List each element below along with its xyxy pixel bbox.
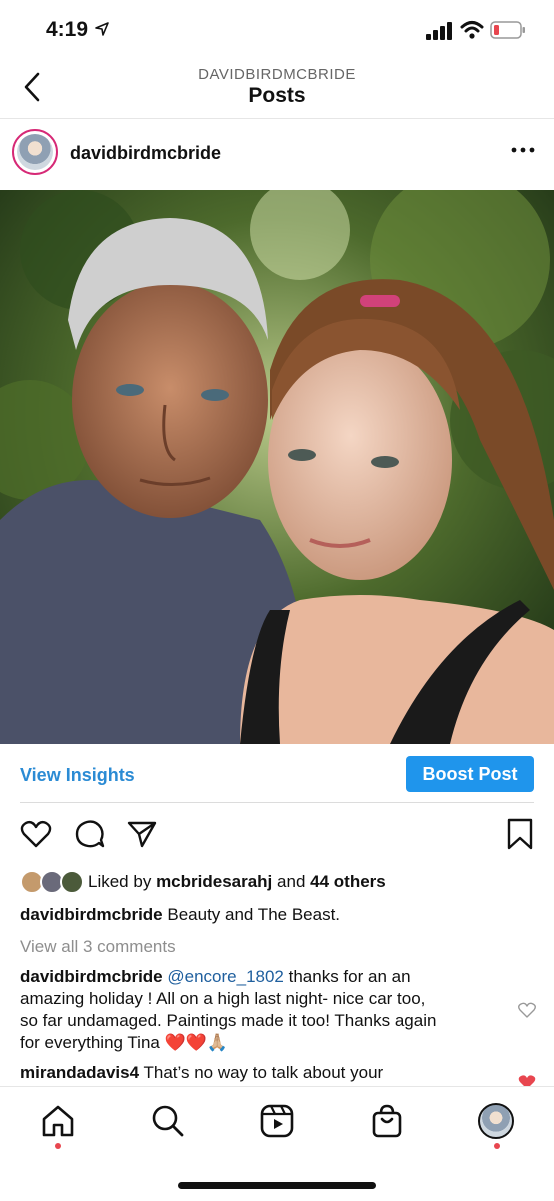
home-notification-dot	[55, 1143, 61, 1149]
heart-icon[interactable]	[20, 818, 52, 850]
comment-like-heart-icon[interactable]	[518, 1002, 536, 1018]
view-all-comments-link[interactable]: View all 3 comments	[20, 937, 176, 957]
wifi-icon	[460, 21, 484, 39]
location-arrow-icon	[95, 22, 109, 36]
status-bar: 4:19	[0, 0, 554, 62]
divider	[20, 802, 534, 803]
share-icon[interactable]	[126, 818, 158, 850]
comment-username[interactable]: mirandadavis4	[20, 1063, 139, 1082]
reels-icon[interactable]	[259, 1103, 295, 1139]
liked-by-others[interactable]: 44 others	[310, 872, 386, 891]
post-header: davidbirdmcbride	[0, 119, 554, 189]
comment-username[interactable]: davidbirdmcbride	[20, 967, 163, 986]
comment-icon[interactable]	[74, 818, 106, 850]
nav-header: DAVIDBIRDMCBRIDE Posts	[0, 62, 554, 119]
post-actions	[0, 818, 554, 858]
page-title: Posts	[248, 84, 306, 107]
view-insights-link[interactable]: View Insights	[20, 765, 135, 786]
liked-by-user[interactable]: mcbridesarahj	[156, 872, 272, 891]
profile-notification-dot	[494, 1143, 500, 1149]
photo-illustration	[0, 190, 554, 744]
caption-username[interactable]: davidbirdmcbride	[20, 905, 163, 924]
likes-row[interactable]: Liked by mcbridesarahj and 44 others	[20, 868, 540, 896]
avatar[interactable]	[12, 129, 58, 175]
status-time: 4:19	[46, 18, 89, 41]
battery-low-icon	[490, 21, 525, 39]
shop-icon[interactable]	[369, 1103, 405, 1139]
comment-item: mirandadavis4 That’s no way to talk abou…	[20, 1063, 384, 1082]
post-image[interactable]	[0, 190, 554, 744]
save-bookmark-icon[interactable]	[506, 818, 534, 850]
liker-avatar	[60, 870, 84, 894]
profile-username-header: DAVIDBIRDMCBRIDE	[198, 66, 356, 83]
post-username[interactable]: davidbirdmcbride	[70, 143, 221, 164]
liked-by-text: Liked by mcbridesarahj and 44 others	[88, 872, 386, 891]
post-caption: davidbirdmcbride Beauty and The Beast.	[20, 905, 341, 924]
boost-post-button[interactable]: Boost Post	[406, 756, 534, 792]
more-horizontal-icon[interactable]	[510, 141, 536, 159]
comment-item: davidbirdmcbride @encore_1802 thanks for…	[20, 967, 437, 1052]
profile-avatar[interactable]	[478, 1103, 514, 1139]
home-icon[interactable]	[40, 1103, 76, 1139]
signal-icon	[426, 22, 452, 40]
search-icon[interactable]	[150, 1103, 186, 1139]
home-indicator	[178, 1182, 376, 1189]
comment-mention[interactable]: @encore_1802	[167, 967, 284, 986]
